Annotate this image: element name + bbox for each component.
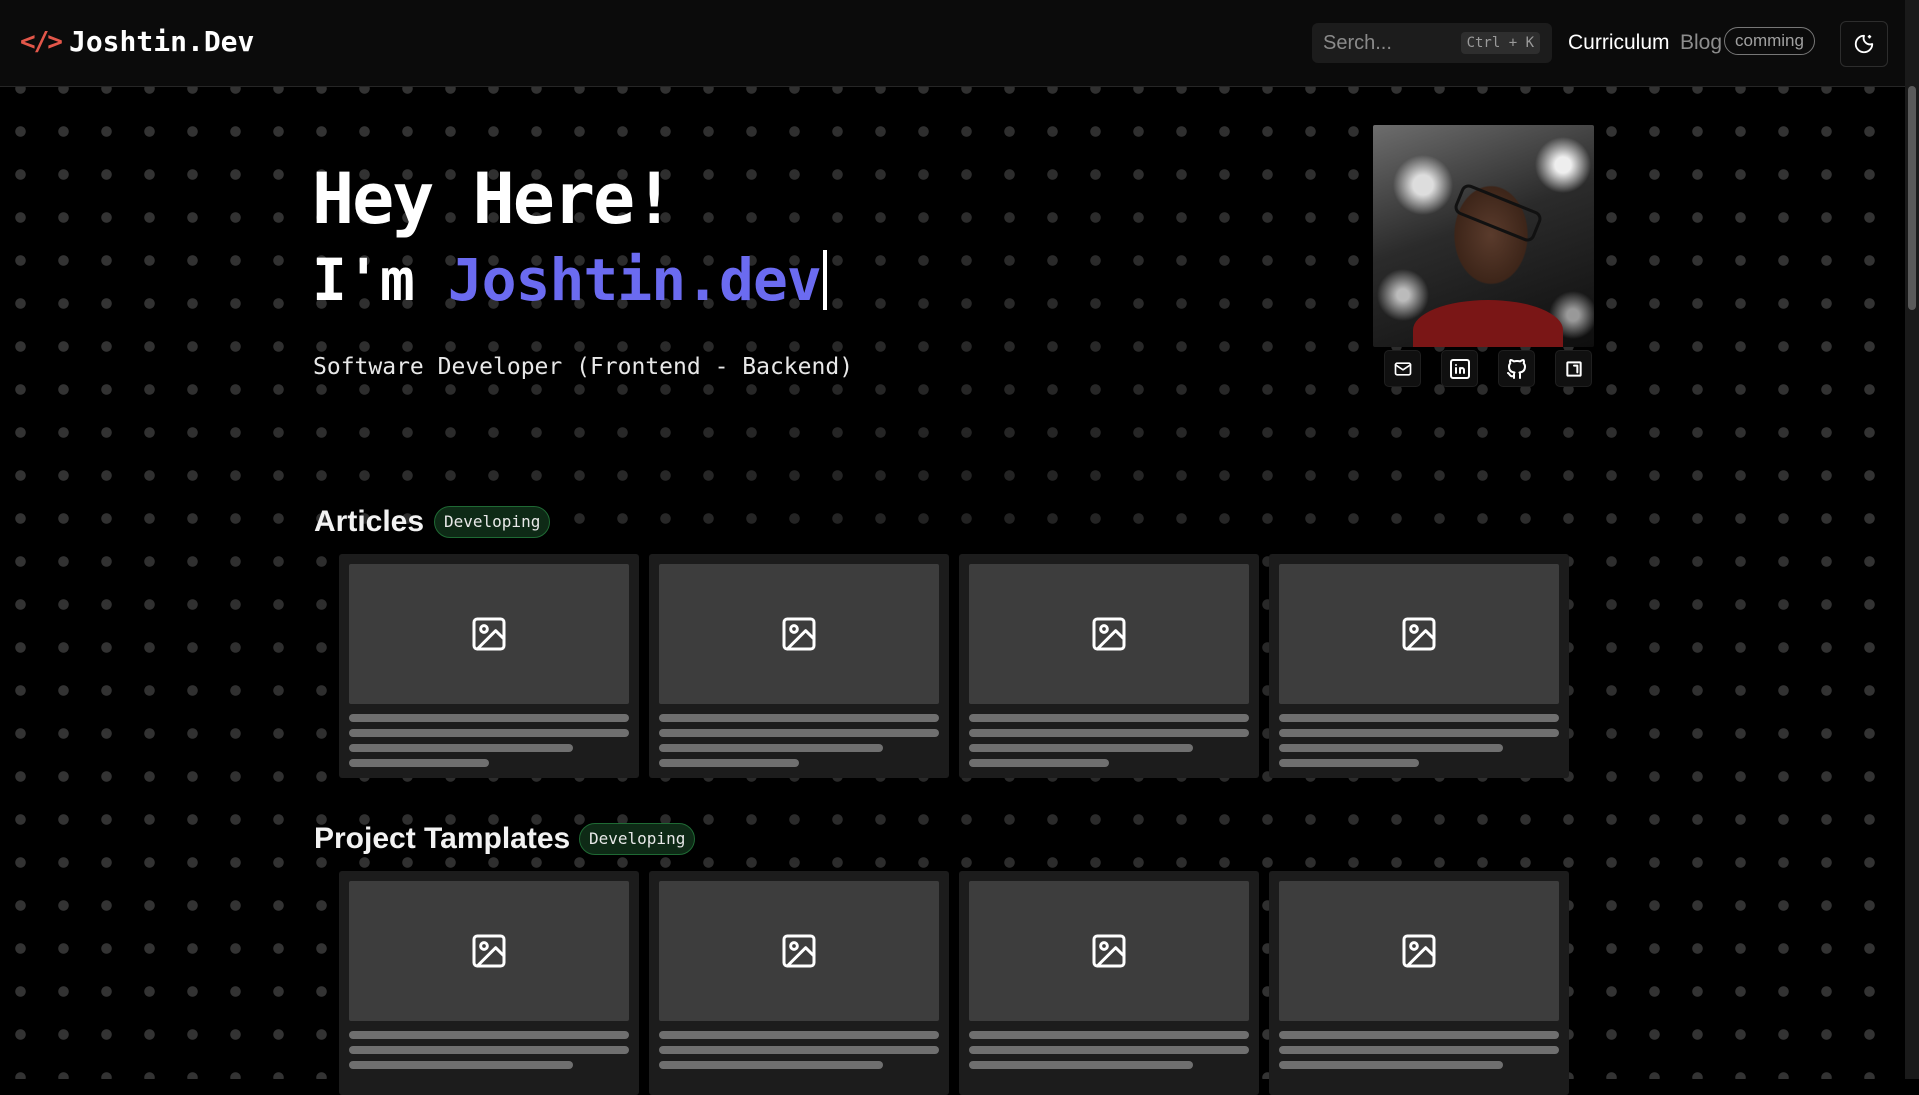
template-card-placeholder[interactable] [959, 871, 1259, 1095]
email-button[interactable] [1384, 350, 1421, 387]
hero-role: Software Developer (Frontend - Backend) [313, 354, 854, 380]
image-placeholder-icon [1092, 617, 1126, 651]
blog-coming-badge: comming [1724, 27, 1815, 55]
skeleton-line [349, 729, 629, 737]
scrollbar-thumb[interactable] [1908, 86, 1916, 310]
card-thumbnail [659, 564, 939, 704]
skeleton-line [1279, 759, 1419, 767]
skeleton-line [1279, 714, 1559, 722]
image-placeholder-icon [472, 617, 506, 651]
skeleton-line [969, 759, 1109, 767]
card-thumbnail [349, 881, 629, 1021]
mail-icon [1394, 361, 1411, 376]
skeleton-line [969, 1046, 1249, 1054]
image-placeholder-icon [1092, 934, 1126, 968]
page-scrollbar[interactable] [1905, 0, 1919, 1079]
skeleton-line [1279, 744, 1503, 752]
theme-toggle-button[interactable] [1840, 21, 1888, 67]
hero-name-accent: Joshtin.dev [447, 246, 822, 314]
social-links [1384, 350, 1592, 387]
linkedin-button[interactable] [1441, 350, 1478, 387]
portfolio-button[interactable] [1555, 350, 1592, 387]
hero-greeting: Hey Here! [312, 158, 675, 240]
articles-status-badge: Developing [434, 506, 551, 538]
avatar-shirt [1413, 300, 1563, 347]
templates-heading: Project Tamplates [314, 822, 571, 855]
skeleton-line [659, 759, 799, 767]
skeleton-line [349, 714, 629, 722]
article-card-placeholder[interactable] [1269, 554, 1569, 778]
nav-link-blog[interactable]: Blog [1680, 31, 1722, 55]
articles-heading: Articles [314, 505, 425, 538]
hero-name-prefix: I'm [312, 246, 448, 314]
skeleton-line [1279, 1061, 1503, 1069]
profile-avatar [1373, 125, 1594, 347]
skeleton-line [1279, 1046, 1559, 1054]
search-placeholder: Serch... [1323, 32, 1392, 54]
skeleton-line [659, 1031, 939, 1039]
skeleton-line [349, 1061, 573, 1069]
skeleton-line [349, 1031, 629, 1039]
card-thumbnail [659, 881, 939, 1021]
nav-link-curriculum[interactable]: Curriculum [1568, 31, 1670, 55]
skeleton-line [659, 714, 939, 722]
skeleton-line [349, 744, 573, 752]
background-vignette [0, 86, 1905, 1079]
image-placeholder-icon [472, 934, 506, 968]
skeleton-line [969, 744, 1193, 752]
hero-name-line: I'm Joshtin.dev [312, 246, 827, 314]
skeleton-line [969, 729, 1249, 737]
github-button[interactable] [1498, 350, 1535, 387]
skeleton-line [659, 1061, 883, 1069]
skeleton-line [969, 1031, 1249, 1039]
image-placeholder-icon [782, 617, 816, 651]
site-logo-text: Joshtin.Dev [68, 25, 255, 58]
template-card-placeholder[interactable] [339, 871, 639, 1095]
skeleton-line [1279, 1031, 1559, 1039]
skeleton-line [349, 759, 489, 767]
top-navbar: </> Joshtin.Dev Serch... Ctrl + K Curric… [0, 0, 1905, 87]
skeleton-line [1279, 729, 1559, 737]
card-thumbnail [1279, 881, 1559, 1021]
search-box[interactable]: Serch... Ctrl + K [1312, 23, 1552, 63]
skeleton-line [969, 1061, 1193, 1069]
image-placeholder-icon [782, 934, 816, 968]
article-card-placeholder[interactable] [649, 554, 949, 778]
github-icon [1506, 358, 1526, 379]
template-card-placeholder[interactable] [649, 871, 949, 1095]
search-shortcut-hint: Ctrl + K [1460, 32, 1540, 54]
skeleton-line [349, 1046, 629, 1054]
skeleton-line [659, 729, 939, 737]
card-thumbnail [969, 564, 1249, 704]
template-card-placeholder[interactable] [1269, 871, 1569, 1095]
moon-stars-icon [1854, 34, 1874, 54]
article-card-placeholder[interactable] [339, 554, 639, 778]
skeleton-line [659, 1046, 939, 1054]
site-logo[interactable]: </> Joshtin.Dev [20, 25, 254, 58]
card-thumbnail [969, 881, 1249, 1021]
avatar-glasses [1452, 182, 1544, 244]
card-thumbnail [349, 564, 629, 704]
skeleton-line [969, 714, 1249, 722]
linkedin-icon [1449, 358, 1470, 379]
code-brackets-icon: </> [20, 26, 63, 57]
portfolio-icon [1565, 360, 1582, 377]
skeleton-line [659, 744, 883, 752]
templates-status-badge: Developing [579, 823, 696, 855]
card-thumbnail [1279, 564, 1559, 704]
image-placeholder-icon [1402, 934, 1436, 968]
image-placeholder-icon [1402, 617, 1436, 651]
article-card-placeholder[interactable] [959, 554, 1259, 778]
typing-cursor [822, 250, 827, 310]
